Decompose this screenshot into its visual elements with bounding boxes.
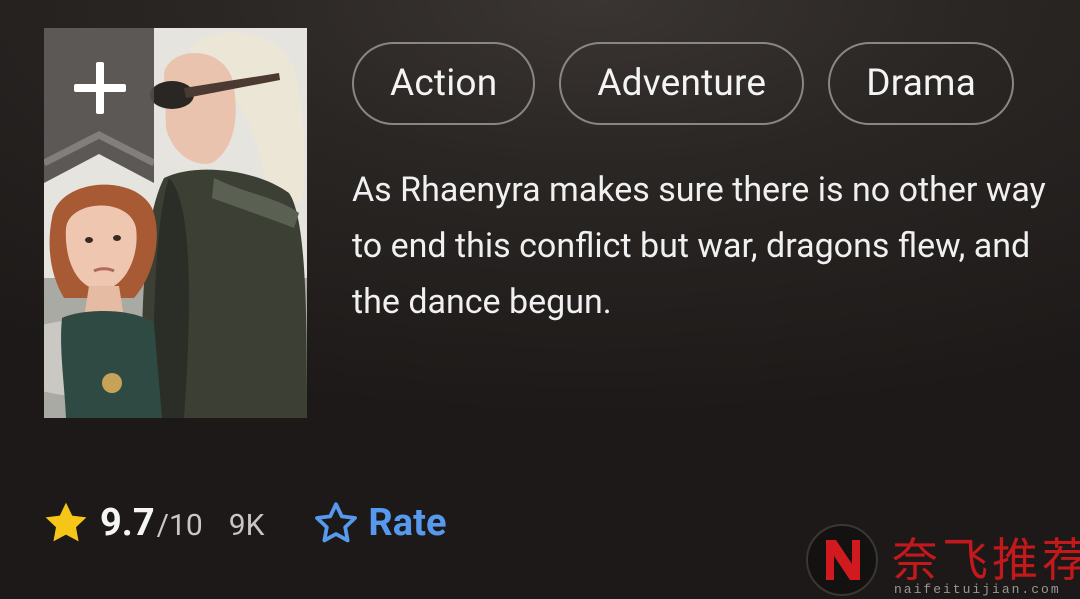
rating-row: 9.7 /10 9K Rate [42,498,446,548]
watermark-url: naifeituijian.com [894,582,1061,597]
watermark-logo-icon [806,524,878,596]
bookmark-ribbon-icon [44,28,154,183]
star-outline-icon [315,502,358,543]
rate-label: Rate [368,501,447,545]
rating-value: 9.7 [100,501,155,545]
genre-chip-adventure[interactable]: Adventure [559,42,805,125]
genre-chips: Action Adventure Drama [352,42,1015,125]
rating-count: 9K [228,507,265,543]
star-filled-icon [45,502,87,542]
add-to-watchlist-button[interactable] [44,28,154,183]
genre-chip-action[interactable]: Action [352,42,536,125]
watermark-text: 奈飞推荐 [892,535,1080,586]
watermark: 奈飞推荐 naifeituijian.com [804,522,1080,599]
plot-description: As Rhaenyra makes sure there is no other… [352,170,1046,322]
rating-scale: /10 [156,507,203,543]
genre-chip-drama[interactable]: Drama [828,42,1015,125]
rate-button[interactable]: Rate [312,499,446,547]
